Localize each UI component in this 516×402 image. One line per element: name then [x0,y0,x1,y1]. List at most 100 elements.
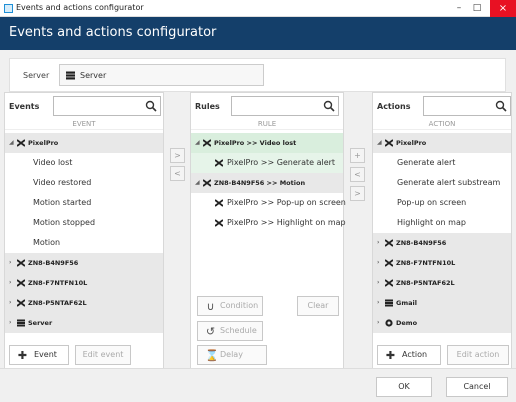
action-group[interactable]: › ZN8-F7NTFN10L [373,253,511,273]
rules-search-input[interactable] [231,96,339,116]
rule-item[interactable]: PixelPro >> Highlight on map [191,213,346,233]
events-search-input[interactable] [53,96,161,116]
search-icon[interactable] [145,100,157,112]
minimize-button[interactable]: – [452,1,466,15]
plus-icon: ✚ [17,349,28,362]
action-item[interactable]: Generate alert substream [373,173,511,193]
action-item[interactable]: Pop-up on screen [373,193,511,213]
expand-arrow-icon[interactable]: › [377,273,379,293]
server-bar: Server Server [9,58,506,92]
expand-arrow-icon[interactable]: › [9,313,11,333]
server-value: Server [80,71,107,80]
rule-group-selected[interactable]: ◢ PixelPro >> Video lost [191,133,343,153]
action-group-demo[interactable]: › Demo [373,313,511,333]
server-label: Server [23,71,50,80]
hourglass-icon: ⌛ [205,349,219,362]
clear-button[interactable]: Clear [297,296,339,316]
dialog-footer: OK Cancel [0,368,516,402]
expand-arrow-icon[interactable]: ◢ [195,133,200,153]
camera-group-icon [17,279,25,287]
event-item[interactable]: Motion started [5,193,163,213]
action-group-pixelpro[interactable]: ◢ PixelPro [373,133,511,153]
event-group[interactable]: › ZN8-F7NTFN10L [5,273,163,293]
event-item[interactable]: Video lost [5,153,163,173]
add-action-button[interactable]: ✚ Action [377,345,441,365]
event-item[interactable]: Motion [5,233,163,253]
rule-group[interactable]: ◢ ZN8-B4N9F56 >> Motion [191,173,343,193]
expand-arrow-icon[interactable]: ◢ [9,133,14,153]
cancel-button[interactable]: Cancel [446,377,508,397]
move-left-button[interactable]: < [170,166,185,181]
schedule-button[interactable]: ↺ Schedule [197,321,263,341]
expand-arrow-icon[interactable]: ◢ [377,133,382,153]
event-item[interactable]: Motion stopped [5,213,163,233]
camera-group-icon [17,299,25,307]
rule-item[interactable]: PixelPro >> Pop-up on screen [191,193,346,213]
camera-group-icon [17,139,25,147]
expand-arrow-icon[interactable]: › [377,313,379,333]
edit-action-button[interactable]: Edit action [447,345,509,365]
app-icon [4,4,13,13]
search-icon[interactable] [323,100,335,112]
actions-panel: Actions ACTION ◢ PixelPro Generate alert… [372,92,512,372]
expand-arrow-icon[interactable]: › [377,253,379,273]
camera-group-icon [215,159,223,167]
server-icon [385,299,393,307]
action-column-header: ACTION [373,120,511,130]
rules-panel: Rules RULE ◢ PixelPro >> Video lost Pixe… [190,92,346,377]
expand-arrow-icon[interactable]: › [377,233,379,253]
event-group[interactable]: › ZN8-B4N9F56 [5,253,163,273]
events-label: Events [9,102,40,111]
camera-group-icon [215,219,223,227]
camera-group-icon [385,139,393,147]
event-group-pixelpro[interactable]: ◢ PixelPro [5,133,163,153]
camera-group-icon [385,279,393,287]
expand-arrow-icon[interactable]: › [9,273,11,293]
action-group-gmail[interactable]: › Gmail [373,293,511,313]
move-left-button-2[interactable]: < [350,167,365,182]
server-icon [66,71,75,80]
camera-group-icon [17,259,25,267]
rule-column-header: RULE [191,120,343,130]
event-group-server[interactable]: › Server [5,313,163,333]
action-group[interactable]: › ZN8-P5NTAF62L [373,273,511,293]
camera-group-icon [385,239,393,247]
maximize-button[interactable]: □ [470,1,484,15]
rules-label: Rules [195,102,220,111]
delay-timer-button[interactable]: ⌛ Delay timer [197,345,267,377]
clock-icon: ↺ [205,325,216,338]
actions-search-input[interactable] [423,96,511,116]
add-to-rule-button[interactable]: + [350,148,365,163]
move-right-button-2[interactable]: > [350,186,365,201]
server-icon [17,319,25,327]
window-title: Events and actions configurator [16,3,144,12]
server-selector[interactable]: Server [59,64,264,86]
plus-icon: ✚ [385,349,396,362]
camera-group-icon [385,259,393,267]
camera-group-icon [203,179,211,187]
event-group[interactable]: › ZN8-P5NTAF62L [5,293,163,313]
action-group[interactable]: › ZN8-B4N9F56 [373,233,511,253]
event-item[interactable]: Video restored [5,173,163,193]
ok-button[interactable]: OK [376,377,432,397]
camera-group-icon [203,139,211,147]
action-item[interactable]: Generate alert [373,153,511,173]
expand-arrow-icon[interactable]: › [9,293,11,313]
rule-item-selected[interactable]: PixelPro >> Generate alert [191,153,343,173]
event-column-header: EVENT [5,120,163,130]
camera-group-icon [215,199,223,207]
actions-label: Actions [377,102,411,111]
condition-button[interactable]: ∪ Condition [197,296,263,316]
add-event-button[interactable]: ✚ Event [9,345,69,365]
expand-arrow-icon[interactable]: › [9,253,11,273]
expand-arrow-icon[interactable]: ◢ [195,173,200,193]
action-item[interactable]: Highlight on map [373,213,511,233]
events-panel: Events EVENT ◢ PixelPro Video lost Video… [4,92,164,372]
move-right-button[interactable]: > [170,148,185,163]
search-icon[interactable] [495,100,507,112]
page-title: Events and actions configurator [9,25,217,40]
edit-event-button[interactable]: Edit event [75,345,131,365]
magnet-icon: ∪ [206,300,215,313]
expand-arrow-icon[interactable]: › [377,293,379,313]
close-button[interactable]: × [490,0,516,17]
